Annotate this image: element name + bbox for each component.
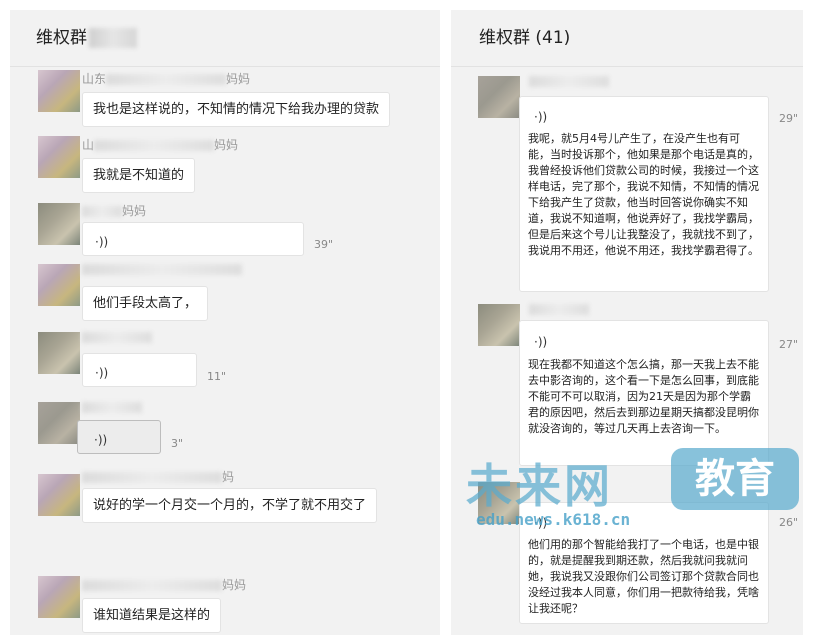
chat-header: 维权群 (41): [451, 10, 803, 66]
voice-wave-icon: ·)): [534, 335, 548, 349]
sender-name: 妈妈: [82, 576, 246, 593]
message-bubble[interactable]: 说好的学一个月交一个月的，不学了就不用交了: [82, 488, 378, 523]
voice-transcript-text: 我呢，就5月4号儿产生了，在没产生也有可能，当时投诉那个，他如果是那个电话是真的…: [528, 132, 759, 257]
voice-wave-icon: ·)): [95, 366, 109, 380]
right-chat-window: 维权群 (41) ·)) 我呢，就5月4号儿产生了，在没产生也有可能，当时投诉那…: [451, 10, 803, 635]
voice-duration: 26": [779, 516, 799, 529]
sender-name: [82, 262, 242, 276]
sender-name: [529, 74, 609, 88]
message-bubble[interactable]: 他们手段太高了，: [82, 286, 209, 321]
voice-transcript-text: 现在我都不知道这个怎么搞，那一天我上去不能去中影咨询的，这个看一下是怎么回事，到…: [528, 358, 759, 435]
blurred-group-name: [89, 28, 137, 48]
avatar[interactable]: [38, 264, 80, 306]
voice-message-bubble[interactable]: ·)): [82, 222, 304, 256]
sender-name: [82, 330, 152, 344]
avatar[interactable]: [38, 203, 80, 245]
voice-wave-icon: ·)): [534, 110, 548, 124]
sender-name: 山妈妈: [82, 138, 239, 152]
voice-transcript-text: 他们用的那个智能给我打了一个电话，也是中银的，就是提醒我到期还款，然后我就问我就…: [528, 538, 759, 615]
voice-duration: 3": [171, 437, 184, 450]
avatar[interactable]: [38, 474, 80, 516]
avatar[interactable]: [38, 136, 80, 178]
avatar[interactable]: [478, 304, 520, 346]
sender-name: [529, 302, 589, 316]
sender-name: [82, 400, 142, 414]
avatar[interactable]: [38, 402, 80, 444]
voice-message-bubble[interactable]: ·)): [82, 353, 197, 387]
avatar[interactable]: [478, 76, 520, 118]
sender-name: 山东 妈妈: [82, 72, 251, 86]
avatar[interactable]: [478, 482, 520, 524]
left-chat-window: 维权群 山东 妈妈 我也是这样说的，不知情的情况下给我办理的贷款 山妈妈 我就是不…: [10, 10, 440, 635]
header-divider: [10, 66, 440, 67]
header-divider: [451, 66, 803, 67]
chat-header: 维权群: [10, 10, 440, 66]
voice-wave-icon: ·)): [95, 235, 109, 249]
message-bubble[interactable]: 谁知道结果是这样的: [82, 598, 222, 633]
sender-name: 妈: [82, 468, 234, 485]
voice-duration: 27": [779, 338, 799, 351]
message-bubble[interactable]: 我就是不知道的: [82, 158, 196, 193]
voice-transcript-bubble[interactable]: ·)) 我呢，就5月4号儿产生了，在没产生也有可能，当时投诉那个，他如果是那个电…: [519, 96, 769, 292]
voice-message-bubble-selected[interactable]: ·)): [77, 420, 161, 454]
voice-wave-icon: ·)): [534, 516, 548, 530]
chat-title: 维权群: [36, 28, 87, 48]
avatar[interactable]: [38, 576, 80, 618]
voice-duration: 39": [314, 238, 334, 251]
sender-name: 妈妈: [82, 202, 146, 219]
message-bubble[interactable]: 我也是这样说的，不知情的情况下给我办理的贷款: [82, 92, 391, 127]
avatar[interactable]: [38, 70, 80, 112]
voice-duration: 29": [779, 112, 799, 125]
avatar[interactable]: [38, 332, 80, 374]
voice-duration: 11": [207, 370, 227, 383]
voice-transcript-bubble[interactable]: ·)) 他们用的那个智能给我打了一个电话，也是中银的，就是提醒我到期还款，然后我…: [519, 502, 769, 624]
chat-title: 维权群 (41): [479, 28, 571, 48]
voice-transcript-bubble[interactable]: ·)) 现在我都不知道这个怎么搞，那一天我上去不能去中影咨询的，这个看一下是怎么…: [519, 320, 769, 466]
voice-wave-icon: ·)): [94, 433, 108, 447]
